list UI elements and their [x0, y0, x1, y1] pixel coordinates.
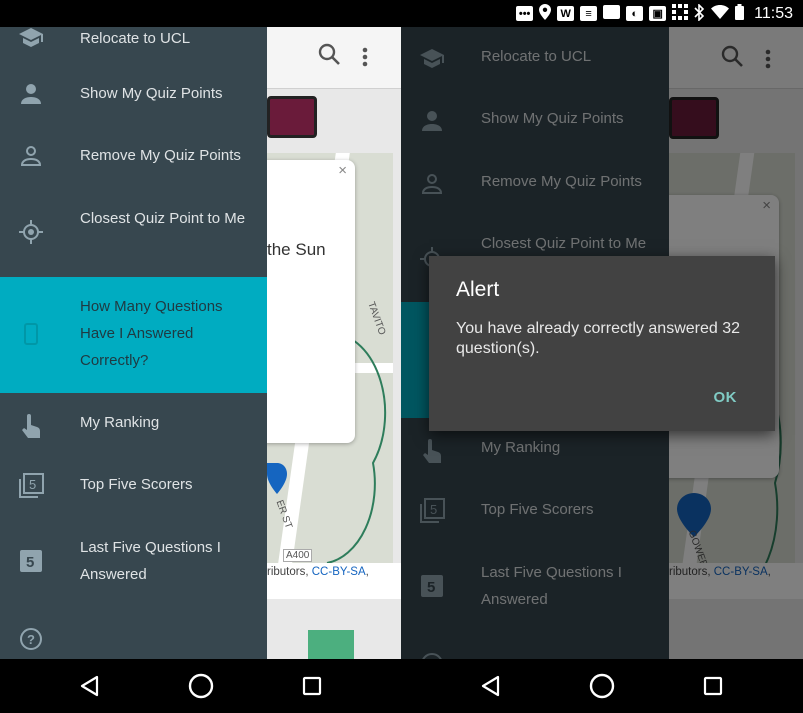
home-button[interactable]: [587, 671, 617, 701]
wifi-icon: [711, 5, 730, 22]
drawer-item-label: My Ranking: [80, 414, 160, 431]
map-attribution: ributors, CC-BY-SA,: [267, 563, 401, 599]
svg-text:5: 5: [29, 477, 36, 492]
map-marker-icon[interactable]: [267, 463, 287, 508]
ok-button[interactable]: OK: [714, 389, 738, 406]
looks-5-icon: 5: [18, 548, 44, 574]
drawer-item-help[interactable]: ?: [0, 613, 267, 659]
home-button[interactable]: [186, 671, 216, 701]
search-icon[interactable]: [318, 43, 340, 70]
person-icon: [18, 81, 44, 107]
help-icon: ?: [18, 626, 44, 652]
close-icon[interactable]: ×: [338, 162, 347, 179]
back-button[interactable]: [74, 671, 104, 701]
app-icon: ◐: [626, 6, 644, 21]
dialog-message: You have already correctly answered 32 q…: [456, 320, 741, 357]
navigation-drawer: Relocate to UCL Show My Quiz Points Remo…: [0, 27, 267, 659]
recents-button[interactable]: [297, 671, 327, 701]
drawer-item-last-five-questions[interactable]: 5 Last Five Questions I Answered: [0, 522, 267, 602]
drawer-item-closest-quiz-point[interactable]: Closest Quiz Point to Me: [0, 192, 267, 272]
touch-icon: [18, 413, 44, 439]
drawer-item-questions-answered[interactable]: How Many Questions Have I Answered Corre…: [0, 277, 267, 393]
person-outline-icon: [18, 143, 44, 169]
system-nav-bar: [0, 659, 803, 713]
school-icon: [18, 27, 44, 51]
drawer-item-my-ranking[interactable]: My Ranking: [0, 397, 267, 451]
drawer-item-label: How Many Questions Have I Answered Corre…: [80, 298, 223, 369]
drawer-item-label: Last Five Questions I Answered: [80, 539, 221, 583]
drawer-item-label: Top Five Scorers: [80, 476, 193, 493]
svg-text:5: 5: [26, 554, 34, 571]
attribution-text: ributors,: [267, 566, 309, 578]
status-bar: ••• W ≡ ◐ ▣ 11:53: [0, 0, 803, 27]
drawer-item-show-quiz-points[interactable]: Show My Quiz Points: [0, 67, 267, 121]
filter-5-icon: 5: [18, 473, 44, 499]
drawer-item-label: Relocate to UCL: [80, 30, 191, 47]
app-logo: [267, 96, 317, 138]
notes-icon: ≡: [580, 6, 598, 21]
drawer-item-top-five-scorers[interactable]: 5 Top Five Scorers: [0, 459, 267, 513]
left-screen: TAVITO ER ST A400 × the Sun ributors, CC…: [0, 27, 401, 659]
drawer-item-label: Show My Quiz Points: [80, 85, 223, 102]
status-icons: ••• W ≡ ◐ ▣ 11:53: [516, 0, 803, 27]
card-text: the Sun: [267, 240, 326, 259]
svg-text:?: ?: [27, 632, 35, 647]
recents-button[interactable]: [698, 671, 728, 701]
action-button[interactable]: [308, 630, 354, 659]
chat-icon: •••: [516, 6, 534, 21]
overflow-menu-icon[interactable]: [362, 47, 368, 72]
battery-icon: [735, 4, 745, 23]
image-icon: [603, 5, 621, 22]
dialog-title: Alert: [456, 278, 500, 301]
photo-icon: ▣: [649, 6, 667, 21]
phone-icon: [18, 321, 44, 347]
clock: 11:53: [754, 4, 793, 22]
w-icon: W: [557, 6, 575, 21]
attribution-link[interactable]: CC-BY-SA: [312, 566, 366, 578]
drawer-item-label: Closest Quiz Point to Me: [80, 210, 246, 227]
drawer-item-label: Remove My Quiz Points: [80, 147, 241, 164]
right-screen: GOWER S × ributors, CC-BY-SA, Relocate t…: [401, 27, 803, 659]
back-button[interactable]: [475, 671, 505, 701]
attribution-text: ,: [365, 566, 369, 578]
info-card[interactable]: × the Sun: [255, 160, 355, 443]
location-icon: [539, 4, 552, 23]
drawer-item-relocate[interactable]: Relocate to UCL: [0, 27, 267, 65]
bluetooth-icon: [694, 2, 705, 24]
gps-icon: [18, 219, 44, 245]
grid-icon: [672, 4, 689, 23]
alert-dialog: Alert You have already correctly answere…: [429, 256, 775, 431]
drawer-item-remove-quiz-points[interactable]: Remove My Quiz Points: [0, 129, 267, 183]
